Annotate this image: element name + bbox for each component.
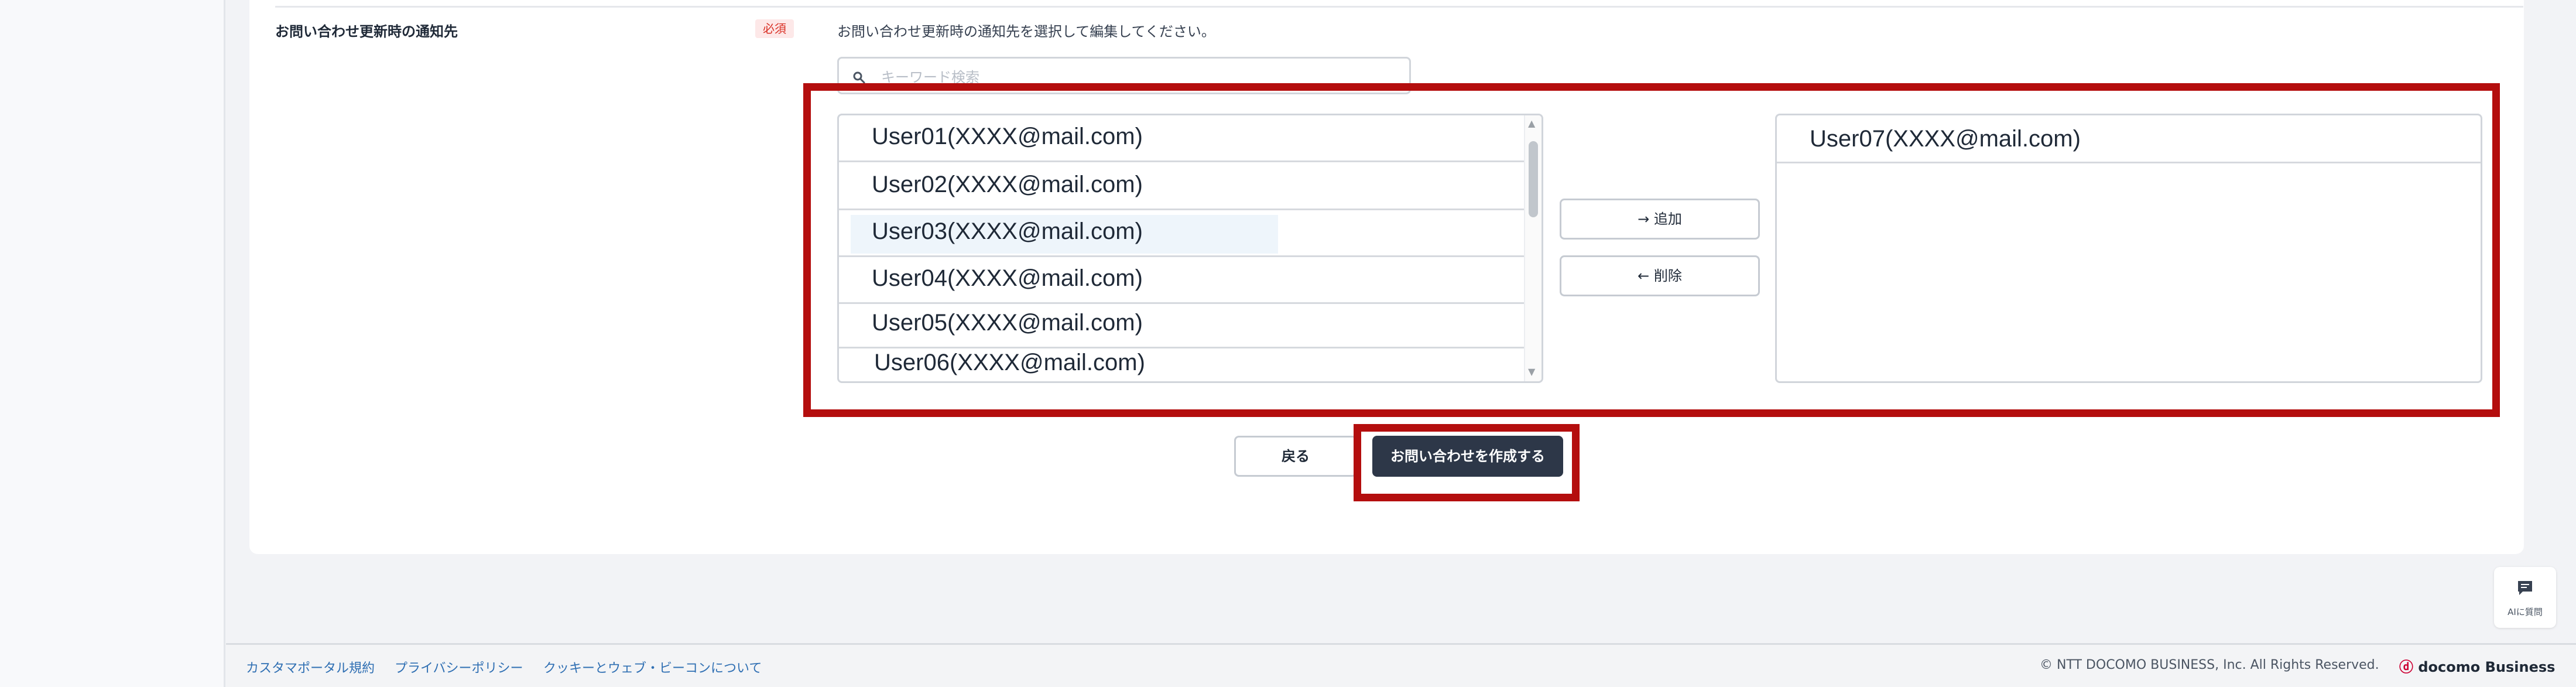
brand-logo: ⓓ docomo Business xyxy=(2399,655,2555,676)
field-label: お問い合わせ更新時の通知先 xyxy=(275,23,458,40)
footer-link-terms[interactable]: カスタマポータル規約 xyxy=(246,658,375,676)
field-help-text: お問い合わせ更新時の通知先を選択して編集してください。 xyxy=(837,23,1215,40)
brand-name: docomo Business xyxy=(2418,659,2556,675)
copyright-text: © NTT DOCOMO BUSINESS, Inc. All Rights R… xyxy=(2040,658,2379,672)
search-icon xyxy=(853,71,865,84)
left-sidebar xyxy=(0,0,225,687)
highlight-user-lists xyxy=(803,83,2500,417)
footer-link-privacy[interactable]: プライバシーポリシー xyxy=(395,658,523,676)
required-badge: 必須 xyxy=(755,19,794,38)
footer-link-cookies[interactable]: クッキーとウェブ・ビーコンについて xyxy=(543,658,762,676)
brand-mark-icon: ⓓ xyxy=(2399,659,2413,675)
chat-icon xyxy=(2518,581,2532,595)
footer: カスタマポータル規約 プライバシーポリシー クッキーとウェブ・ビーコンについて … xyxy=(226,643,2576,687)
ai-help-button[interactable]: AIに質問 xyxy=(2494,567,2556,628)
back-button[interactable]: 戻る xyxy=(1234,436,1357,477)
ai-help-label: AIに質問 xyxy=(2508,607,2543,617)
section-divider xyxy=(275,6,2523,8)
highlight-submit-button xyxy=(1354,424,1580,501)
